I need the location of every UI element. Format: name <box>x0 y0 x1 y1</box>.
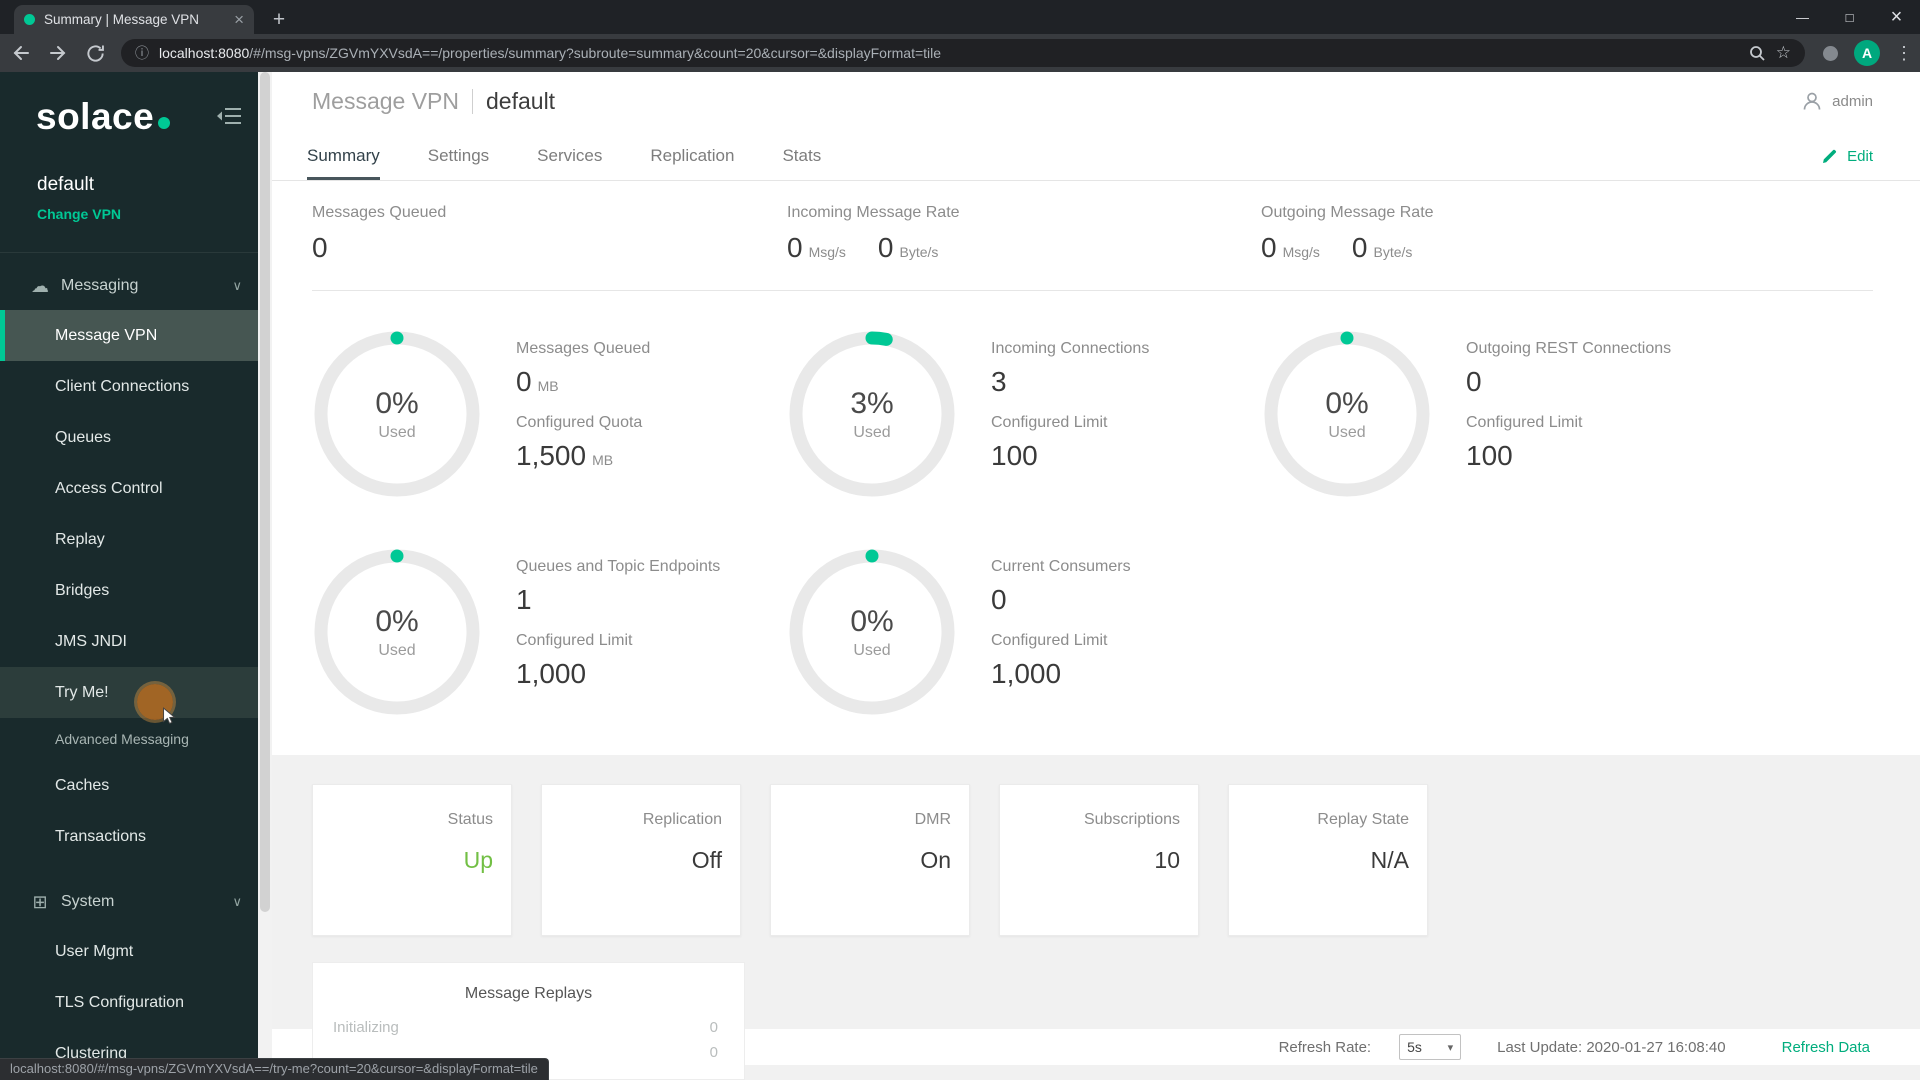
tab-title: Summary | Message VPN <box>44 12 200 27</box>
pencil-icon <box>1823 149 1837 163</box>
section-messaging[interactable]: ☁ Messaging ∨ <box>0 262 258 310</box>
section-divider <box>312 290 1873 291</box>
back-button[interactable] <box>5 37 37 69</box>
logo-dot-icon <box>158 117 171 129</box>
sidebar-item-tls-configuration[interactable]: TLS Configuration <box>0 977 258 1028</box>
refresh-data-link[interactable]: Refresh Data <box>1782 1039 1870 1056</box>
page-info-icon[interactable]: ⓘ <box>135 43 149 63</box>
solace-logo: solace <box>36 96 171 138</box>
sidebar-item-queues[interactable]: Queues <box>0 412 258 463</box>
sidebar-divider <box>0 252 258 253</box>
metric-outgoing-rate: Outgoing Message Rate 0 Msg/s 0 Byte/s <box>1261 204 1434 263</box>
browser-profile-avatar[interactable]: A <box>1854 40 1880 66</box>
dropdown-arrow-icon: ▾ <box>1447 1041 1454 1054</box>
metric-messages-queued: Messages Queued 0 <box>312 204 447 263</box>
main-content: Message VPN default admin Summary Settin… <box>272 72 1920 1080</box>
forward-icon <box>50 46 66 60</box>
refresh-icon <box>86 44 104 62</box>
sidebar-item-replay[interactable]: Replay <box>0 514 258 565</box>
gauge-outgoing-rest-connections: 0% Used <box>1264 331 1430 497</box>
gauge-info-outgoing-rest-connections: Outgoing REST Connections 0 Configured L… <box>1466 340 1672 471</box>
sidebar-nav: ☁ Messaging ∨ Message VPN Client Connect… <box>0 262 258 1079</box>
metric-incoming-rate: Incoming Message Rate 0 Msg/s 0 Byte/s <box>787 204 960 263</box>
favicon-icon <box>24 14 35 25</box>
chevron-down-icon: ∨ <box>232 894 242 909</box>
sidebar-item-transactions[interactable]: Transactions <box>0 811 258 862</box>
sidebar-item-bridges[interactable]: Bridges <box>0 565 258 616</box>
tab-bar: Summary Settings Services Replication St… <box>272 132 1920 181</box>
click-indicator <box>137 684 176 725</box>
extension-icon[interactable] <box>1823 45 1838 61</box>
sidebar-item-caches[interactable]: Caches <box>0 760 258 811</box>
tab-close-icon[interactable]: × <box>234 11 244 28</box>
user-icon <box>1803 92 1821 110</box>
url-text: localhost:8080/#/msg-vpns/ZGVmYXVsdA==/p… <box>159 45 942 61</box>
page-title-vpn: default <box>486 88 556 114</box>
sidebar-item-jms-jndi[interactable]: JMS JNDI <box>0 616 258 667</box>
last-update-text: Last Update: 2020-01-27 16:08:40 <box>1497 1038 1726 1056</box>
card-subscriptions: Subscriptions 10 <box>999 784 1199 936</box>
current-vpn-name: default <box>37 174 95 195</box>
page-title: Message VPN default <box>312 88 556 114</box>
scrollbar-thumb[interactable] <box>260 72 270 912</box>
refresh-rate-select[interactable]: 5s ▾ <box>1399 1034 1462 1060</box>
sidebar-item-try-me[interactable]: Try Me! <box>0 667 258 725</box>
sidebar-scrollbar <box>258 72 272 1080</box>
section-system[interactable]: ⊞ System ∨ <box>0 878 258 926</box>
bookmark-star-icon[interactable]: ☆ <box>1776 43 1791 63</box>
replay-row: Initializing 0 <box>333 1019 718 1036</box>
gauge-info-messages-queued: Messages Queued 0 MB Configured Quota 1,5… <box>516 340 651 471</box>
system-grid-icon: ⊞ <box>32 891 48 912</box>
tab-settings[interactable]: Settings <box>428 132 489 180</box>
back-icon <box>13 46 29 60</box>
title-separator <box>472 89 474 114</box>
window-close-button[interactable]: × <box>1873 0 1920 34</box>
window-maximize-button[interactable]: □ <box>1826 0 1873 34</box>
zoom-icon[interactable] <box>1748 44 1766 62</box>
refresh-button[interactable] <box>79 37 111 69</box>
sidebar-item-message-vpn[interactable]: Message VPN <box>0 310 258 361</box>
sidebar-item-client-connections[interactable]: Client Connections <box>0 361 258 412</box>
tab-services[interactable]: Services <box>537 132 602 180</box>
collapse-menu-icon <box>217 108 241 124</box>
sidebar-subheader-advanced-messaging: Advanced Messaging <box>55 731 189 747</box>
user-name: admin <box>1832 92 1873 110</box>
card-status: Status Up <box>312 784 512 936</box>
browser-menu-icon[interactable]: ⋮ <box>1895 43 1913 64</box>
gauge-incoming-connections: 3% Used <box>789 331 955 497</box>
gauge-queues-topic-endpoints: 0% Used <box>314 549 480 715</box>
card-replay-state: Replay State N/A <box>1228 784 1428 936</box>
card-dmr: DMR On <box>770 784 970 936</box>
change-vpn-link[interactable]: Change VPN <box>37 206 121 222</box>
cloud-icon: ☁ <box>31 275 49 296</box>
url-bar[interactable]: ⓘ localhost:8080/#/msg-vpns/ZGVmYXVsdA==… <box>121 39 1805 67</box>
edit-button[interactable]: Edit <box>1821 132 1873 180</box>
refresh-rate-label: Refresh Rate: <box>1278 1038 1372 1056</box>
user-menu[interactable]: admin <box>1801 90 1873 112</box>
cursor-icon <box>163 707 176 725</box>
gauge-info-incoming-connections: Incoming Connections 3 Configured Limit … <box>991 340 1150 471</box>
sidebar-item-user-mgmt[interactable]: User Mgmt <box>0 926 258 977</box>
tab-summary[interactable]: Summary <box>307 132 380 180</box>
gauge-current-consumers: 0% Used <box>789 549 955 715</box>
gauge-messages-queued: 0% Used <box>314 331 480 497</box>
tab-stats[interactable]: Stats <box>782 132 821 180</box>
sidebar: solace default Change VPN ☁ Messaging ∨ … <box>0 72 258 1080</box>
sidebar-collapse-button[interactable] <box>216 106 242 131</box>
browser-titlebar: Summary | Message VPN × + — □ × <box>0 0 1920 34</box>
link-preview-statusbar: localhost:8080/#/msg-vpns/ZGVmYXVsdA==/t… <box>0 1058 549 1080</box>
gauge-info-queues-topic-endpoints: Queues and Topic Endpoints 1 Configured … <box>516 558 721 689</box>
browser-tab[interactable]: Summary | Message VPN × <box>14 5 254 34</box>
forward-button[interactable] <box>42 37 74 69</box>
window-minimize-button[interactable]: — <box>1779 0 1826 34</box>
tab-replication[interactable]: Replication <box>650 132 734 180</box>
browser-toolbar: ⓘ localhost:8080/#/msg-vpns/ZGVmYXVsdA==… <box>0 34 1920 72</box>
gauge-info-current-consumers: Current Consumers 0 Configured Limit 1,0… <box>991 558 1131 689</box>
sidebar-item-access-control[interactable]: Access Control <box>0 463 258 514</box>
chevron-down-icon: ∨ <box>232 278 242 293</box>
card-replication: Replication Off <box>541 784 741 936</box>
new-tab-button[interactable]: + <box>264 5 294 34</box>
